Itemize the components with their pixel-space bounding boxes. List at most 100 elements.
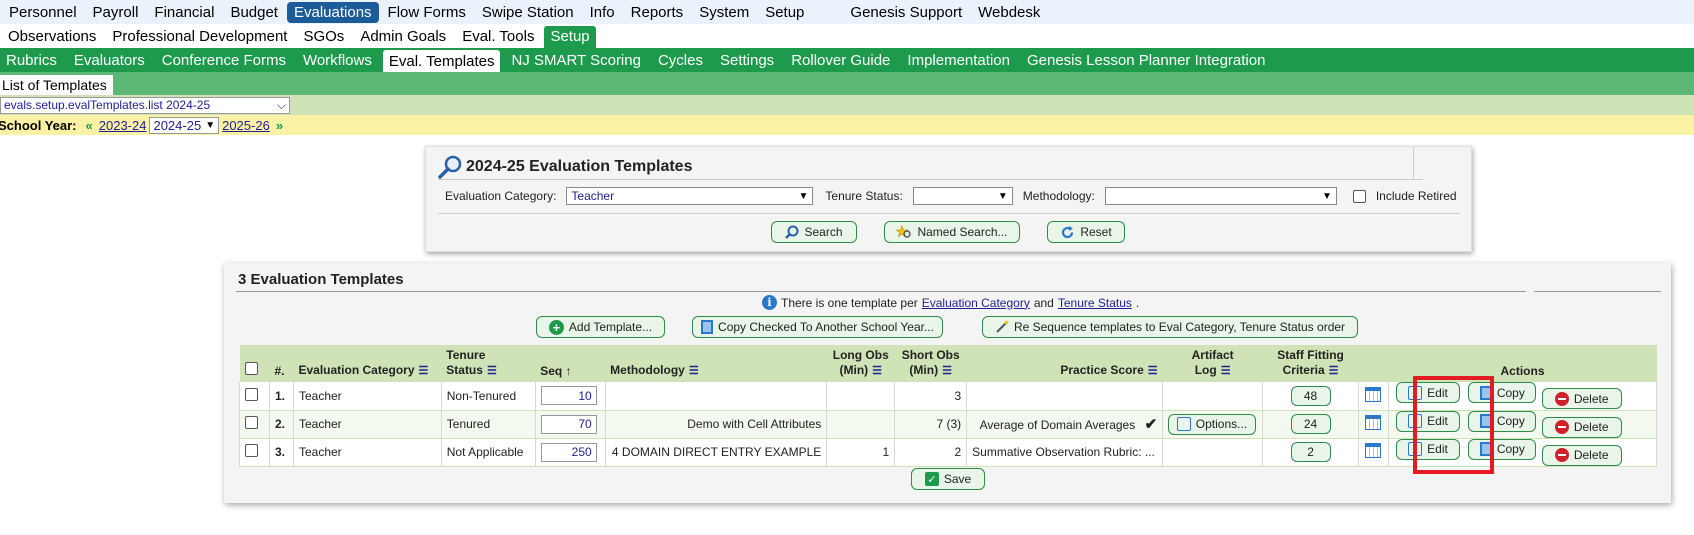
col-short-obs[interactable]: Short Obs (Min) ☰ [895,345,967,382]
next-year-icon[interactable]: » [276,118,283,133]
row-checkbox[interactable] [245,444,258,457]
col-long-obs-label-2: (Min) [839,363,869,377]
copy-checked-button[interactable]: Copy Checked To Another School Year... [692,316,943,338]
col-category[interactable]: Evaluation Category ☰ [293,345,441,382]
methodology-select[interactable]: ▼ [1104,187,1337,205]
col-practice[interactable]: Practice Score ☰ [967,345,1163,382]
prev-year-icon[interactable]: « [86,118,93,133]
sub-nav-professional-development[interactable]: Professional Development [106,26,293,48]
named-search-button[interactable]: Named Search... [884,221,1020,243]
eval-category-select[interactable]: Teacher ▼ [566,187,814,205]
setup-nav-nj-smart-scoring[interactable]: NJ SMART Scoring [505,50,647,71]
top-nav-info[interactable]: Info [583,2,622,23]
add-template-button[interactable]: + Add Template... [536,316,665,338]
sub-nav-setup[interactable]: Setup [544,26,596,48]
save-button-label: Save [943,472,972,486]
column-menu-icon[interactable]: ☰ [487,364,497,379]
calendar-icon[interactable] [1365,386,1382,402]
delete-button[interactable]: Delete [1541,416,1622,438]
setup-nav-rubrics[interactable]: Rubrics [0,50,63,71]
top-nav-personnel[interactable]: Personnel [2,2,84,23]
top-nav-payroll[interactable]: Payroll [86,2,146,23]
staff-count-button[interactable]: 48 [1290,385,1331,406]
col-artifact-label-2: Log [1194,363,1217,377]
calendar-icon[interactable] [1365,443,1382,458]
col-seq[interactable]: Seq ↑ [535,345,605,382]
setup-nav-conference-forms[interactable]: Conference Forms [156,50,292,71]
delete-button[interactable]: Delete [1541,388,1622,410]
column-menu-icon[interactable]: ☰ [1329,364,1339,379]
row-practice: Average of Domain Averages ✔ [966,410,1164,439]
column-menu-icon[interactable]: ☰ [1148,364,1158,379]
setup-nav-cycles[interactable]: Cycles [652,50,709,71]
top-nav-budget[interactable]: Budget [223,2,285,23]
col-artifact[interactable]: Artifact Log ☰ [1163,345,1263,382]
info-prefix: There is one template per [781,295,918,310]
tab-list-of-templates[interactable]: List of Templates [0,75,113,95]
sub-nav-admin-goals[interactable]: Admin Goals [354,26,452,48]
setup-nav-lesson-planner[interactable]: Genesis Lesson Planner Integration [1021,50,1271,71]
column-menu-icon[interactable]: ☰ [872,364,882,379]
row-tenure: Non-Tenured [441,382,536,411]
seq-input[interactable]: 10 [540,386,597,406]
row-checkbox[interactable] [245,416,258,429]
col-long-obs[interactable]: Long Obs (Min) ☰ [827,345,895,382]
sub-nav-eval-tools[interactable]: Eval. Tools [456,26,540,48]
column-menu-icon[interactable]: ☰ [942,364,952,379]
star-search-icon [896,225,912,238]
top-nav-setup[interactable]: Setup [758,2,811,23]
top-nav-genesis-support[interactable]: Genesis Support [843,2,969,23]
tenure-status-link[interactable]: Tenure Status [1058,296,1132,310]
include-retired-checkbox[interactable] [1352,189,1366,203]
column-menu-icon[interactable]: ☰ [1221,364,1231,379]
tenure-status-select[interactable]: ▼ [912,187,1013,205]
top-nav-reports[interactable]: Reports [624,2,691,23]
row-checkbox[interactable] [245,387,258,401]
top-nav-swipe-station[interactable]: Swipe Station [475,2,581,23]
top-nav-flow-forms[interactable]: Flow Forms [381,2,473,23]
setup-nav-workflows[interactable]: Workflows [297,50,378,71]
top-nav-system[interactable]: System [692,2,756,23]
setup-nav-eval-templates[interactable]: Eval. Templates [382,50,501,72]
setup-nav-implementation[interactable]: Implementation [901,50,1016,71]
divider [438,213,1460,214]
school-year-label: School Year: [0,117,77,133]
col-artifact-label-1: Artifact [1191,348,1234,362]
next-year-link[interactable]: 2025-26 [222,118,270,133]
top-nav-evaluations[interactable]: Evaluations [286,1,379,23]
select-all-checkbox[interactable] [244,362,258,375]
col-calendar [1359,345,1389,382]
results-title: 3 Evaluation Templates [238,271,404,288]
setup-nav-rollover-guide[interactable]: Rollover Guide [785,50,896,71]
row-staff-cell: 24 [1262,410,1359,439]
row-num: 1. [269,382,294,411]
delete-label: Delete [1573,420,1609,434]
delete-button[interactable]: Delete [1541,444,1622,466]
evaluation-category-link[interactable]: Evaluation Category [922,296,1030,310]
setup-nav-evaluators[interactable]: Evaluators [68,50,151,71]
top-nav-financial[interactable]: Financial [147,2,221,23]
staff-count-button[interactable]: 2 [1290,442,1331,462]
school-year-select[interactable]: 2024-25 ▼ [149,116,220,134]
staff-count-button[interactable]: 24 [1290,414,1331,434]
search-button[interactable]: Search [771,221,857,243]
column-menu-icon[interactable]: ☰ [689,364,699,379]
prev-year-link[interactable]: 2023-24 [99,118,147,133]
setup-nav-settings[interactable]: Settings [714,50,780,71]
sub-nav-sgos[interactable]: SGOs [297,26,350,48]
reset-button[interactable]: Reset [1047,221,1125,243]
calendar-icon[interactable] [1365,415,1382,430]
col-staff[interactable]: Staff Fitting Criteria ☰ [1263,345,1359,382]
seq-input[interactable]: 250 [540,442,597,462]
top-nav-webdesk[interactable]: Webdesk [971,2,1047,23]
save-button[interactable]: ✓ Save [911,468,985,490]
path-select[interactable]: evals.setup.evalTemplates.list 2024-25 ⌵ [0,96,290,114]
column-menu-icon[interactable]: ☰ [419,364,429,379]
resequence-button[interactable]: Re Sequence templates to Eval Category, … [982,316,1358,338]
seq-input[interactable]: 70 [540,414,597,434]
col-tenure[interactable]: Tenure Status ☰ [441,345,535,382]
sub-nav-observations[interactable]: Observations [2,26,102,48]
col-methodology[interactable]: Methodology ☰ [605,345,827,382]
methodology-label: Methodology: [1022,189,1095,203]
options-button[interactable]: Options... [1168,413,1257,435]
